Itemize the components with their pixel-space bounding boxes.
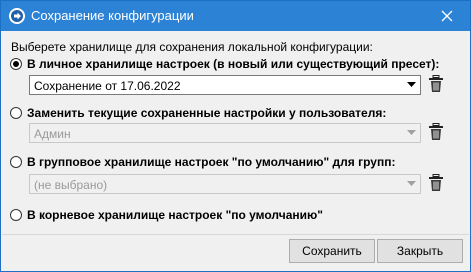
chevron-down-icon[interactable] (403, 124, 420, 142)
combo-value: (не выбрано) (34, 178, 108, 192)
option-label: В личное хранилище настроек (в новый или… (27, 57, 440, 71)
group-combo[interactable]: (не выбрано) (29, 174, 421, 194)
user-combo[interactable]: Админ (29, 123, 421, 143)
radio-root-default-storage[interactable] (10, 209, 22, 221)
radio-group-default-storage[interactable] (10, 156, 22, 168)
close-icon (441, 10, 453, 22)
trash-icon[interactable] (428, 174, 444, 192)
combo-value: Админ (34, 127, 71, 141)
option-label: Заменить текущие сохраненные настройки у… (27, 106, 387, 120)
option-label: В групповое хранилище настроек "по умолч… (27, 155, 396, 169)
combo-value: Сохранение от 17.06.2022 (34, 79, 181, 93)
arrow-right-circle-icon (9, 8, 25, 24)
close-button[interactable]: Закрыть (377, 239, 463, 263)
option-label: В корневое хранилище настроек "по умолча… (27, 208, 323, 222)
prompt-label: Выберете хранилище для сохранения локаль… (11, 40, 373, 54)
title-bar[interactable]: Сохранение конфигурации (1, 1, 470, 31)
preset-combo[interactable]: Сохранение от 17.06.2022 (29, 75, 421, 95)
window-close-button[interactable] (424, 1, 470, 31)
dialog-window: Сохранение конфигурации Выберете хранили… (0, 0, 471, 272)
chevron-down-icon[interactable] (403, 175, 420, 193)
radio-replace-user-settings[interactable] (10, 107, 22, 119)
radio-personal-storage[interactable] (10, 58, 22, 70)
trash-icon[interactable] (428, 75, 444, 93)
chevron-down-icon[interactable] (403, 76, 420, 94)
window-title: Сохранение конфигурации (31, 8, 194, 23)
save-button[interactable]: Сохранить (289, 239, 375, 263)
trash-icon[interactable] (428, 123, 444, 141)
footer-separator (2, 234, 469, 235)
